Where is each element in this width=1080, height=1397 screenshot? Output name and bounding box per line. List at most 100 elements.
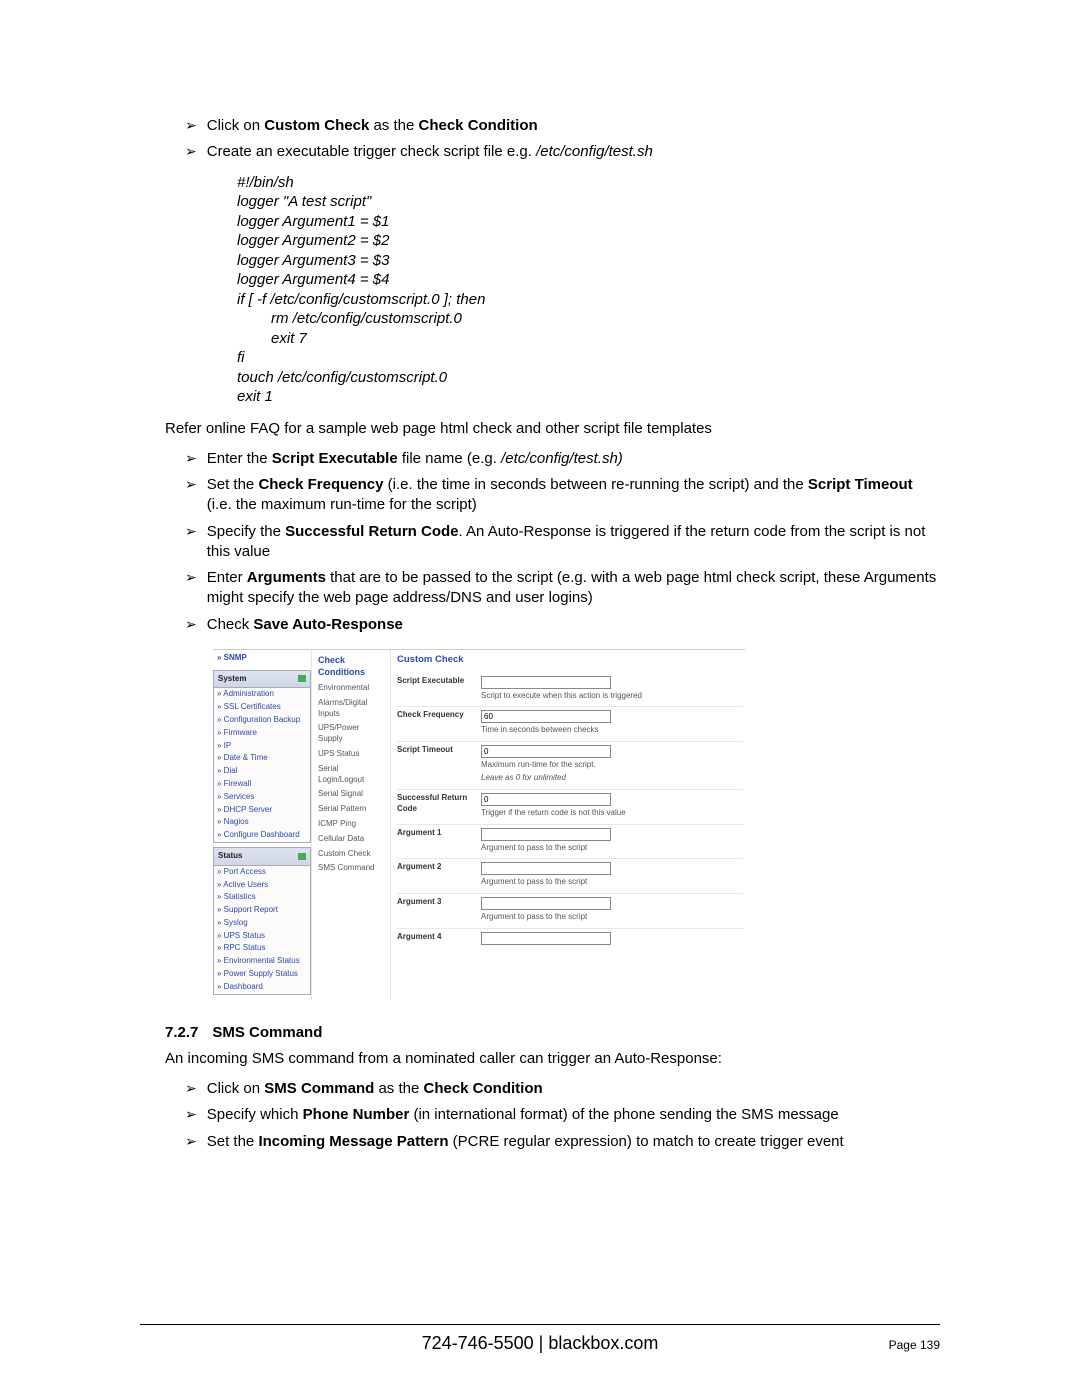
field: Maximum run-time for the script. Leave a… [481, 745, 743, 784]
sidebar-item[interactable]: » Firmware [214, 727, 310, 740]
sidebar-item[interactable]: » Administration [214, 688, 310, 701]
script-executable-input[interactable] [481, 676, 611, 689]
paragraph: An incoming SMS command from a nominated… [165, 1049, 940, 1069]
field: Argument to pass to the script [481, 862, 743, 888]
condition-link[interactable]: UPS/Power Supply [318, 722, 386, 748]
list-item: ➢ Click on Custom Check as the Check Con… [185, 116, 940, 136]
condition-link[interactable]: Serial Login/Logout [318, 763, 386, 789]
sidebar-item[interactable]: » Dial [214, 765, 310, 778]
form-row: Script Executable Script to execute when… [397, 673, 743, 708]
list-item: ➢ Specify the Successful Return Code. An… [185, 522, 940, 563]
sidebar-item[interactable]: » Port Access [214, 866, 310, 879]
arrow-icon: ➢ [185, 1079, 197, 1098]
t: Check Frequency [258, 476, 383, 493]
sidebar-item[interactable]: » UPS Status [214, 930, 310, 943]
condition-link[interactable]: Serial Pattern [318, 803, 386, 818]
field [481, 932, 743, 945]
hint: Maximum run-time for the script. [481, 760, 743, 771]
sidebar-item-snmp[interactable]: » SNMP [213, 650, 311, 670]
sidebar-item[interactable]: » SSL Certificates [214, 701, 310, 714]
sidebar-item[interactable]: » Configure Dashboard [214, 829, 310, 842]
section-number: 7.2.7 [165, 1024, 198, 1041]
sidebar-item[interactable]: » Syslog [214, 917, 310, 930]
section-heading: 7.2.7SMS Command [165, 1023, 940, 1043]
code-line: logger "A test script" [237, 192, 940, 212]
code-line: logger Argument1 = $1 [237, 212, 940, 232]
t: Specify which [207, 1106, 303, 1123]
t: Create an executable trigger check scrip… [207, 143, 536, 160]
argument-1-input[interactable] [481, 828, 611, 841]
field: Trigger if the return code is not this v… [481, 793, 743, 819]
t: (i.e. the maximum run-time for the scrip… [207, 496, 477, 513]
argument-4-input[interactable] [481, 932, 611, 945]
arrow-icon: ➢ [185, 116, 197, 135]
script-timeout-input[interactable] [481, 745, 611, 758]
collapse-icon[interactable] [298, 675, 306, 682]
t: Click on [207, 1080, 265, 1097]
document-page: ➢ Click on Custom Check as the Check Con… [0, 0, 1080, 1397]
sidebar-item[interactable]: » Active Users [214, 879, 310, 892]
condition-link[interactable]: Serial Signal [318, 788, 386, 803]
hint: Leave as 0 for unlimited [481, 773, 743, 784]
condition-link[interactable]: UPS Status [318, 748, 386, 763]
list-item: ➢ Specify which Phone Number (in interna… [185, 1105, 940, 1125]
sidebar-item[interactable]: » Date & Time [214, 752, 310, 765]
hint: Argument to pass to the script [481, 843, 743, 854]
sidebar-item[interactable]: » DHCP Server [214, 804, 310, 817]
sidebar-item[interactable]: » Statistics [214, 891, 310, 904]
sidebar-item[interactable]: » Power Supply Status [214, 968, 310, 981]
condition-link[interactable]: Custom Check [318, 848, 386, 863]
sidebar-panel-system: System » Administration » SSL Certificat… [213, 670, 311, 843]
sidebar-item[interactable]: » IP [214, 740, 310, 753]
return-code-input[interactable] [481, 793, 611, 806]
check-conditions-col: Check Conditions Environmental Alarms/Di… [311, 650, 390, 999]
collapse-icon[interactable] [298, 853, 306, 860]
sidebar-item[interactable]: » Dashboard [214, 981, 310, 994]
sidebar-item[interactable]: » Firewall [214, 778, 310, 791]
list-item: ➢ Set the Check Frequency (i.e. the time… [185, 475, 940, 516]
condition-link[interactable]: Cellular Data [318, 833, 386, 848]
sidebar-item[interactable]: » Environmental Status [214, 955, 310, 968]
label-arg2: Argument 2 [397, 862, 477, 873]
argument-2-input[interactable] [481, 862, 611, 875]
list-item: ➢ Create an executable trigger check scr… [185, 142, 940, 162]
t: (PCRE regular expression) to match to cr… [449, 1133, 844, 1150]
arrow-icon: ➢ [185, 568, 197, 587]
t: as the [369, 117, 418, 134]
sidebar-item[interactable]: » Nagios [214, 816, 310, 829]
custom-check-form: Custom Check Script Executable Script to… [390, 650, 745, 999]
code-line: exit 1 [237, 387, 940, 407]
code-line: if [ -f /etc/config/customscript.0 ]; th… [237, 290, 940, 310]
list-text: Click on SMS Command as the Check Condit… [207, 1079, 940, 1099]
list-text: Create an executable trigger check scrip… [207, 142, 940, 162]
t: Set the [207, 476, 259, 493]
sidebar-item[interactable]: » Support Report [214, 904, 310, 917]
arrow-icon: ➢ [185, 615, 197, 634]
list-text: Specify which Phone Number (in internati… [207, 1105, 940, 1125]
hint: Argument to pass to the script [481, 912, 743, 923]
t: as the [374, 1080, 423, 1097]
field: Argument to pass to the script [481, 897, 743, 923]
label-arg1: Argument 1 [397, 828, 477, 839]
bullet-list-mid: ➢ Enter the Script Executable file name … [165, 449, 940, 635]
condition-link[interactable]: ICMP Ping [318, 818, 386, 833]
sidebar-header-system[interactable]: System [214, 671, 310, 689]
sidebar-header-status[interactable]: Status [214, 848, 310, 866]
condition-link[interactable]: SMS Command [318, 862, 386, 877]
list-text: Check Save Auto-Response [207, 615, 940, 635]
sidebar: » SNMP System » Administration » SSL Cer… [213, 650, 311, 999]
list-item: ➢ Enter the Script Executable file name … [185, 449, 940, 469]
argument-3-input[interactable] [481, 897, 611, 910]
t: Specify the [207, 523, 285, 540]
script-block: #!/bin/sh logger "A test script" logger … [237, 173, 940, 407]
list-item: ➢ Click on SMS Command as the Check Cond… [185, 1079, 940, 1099]
list-item: ➢ Check Save Auto-Response [185, 615, 940, 635]
sidebar-item[interactable]: » RPC Status [214, 942, 310, 955]
condition-link[interactable]: Alarms/Digital Inputs [318, 697, 386, 723]
t: Custom Check [264, 117, 369, 134]
check-frequency-input[interactable] [481, 710, 611, 723]
sidebar-item[interactable]: » Configuration Backup [214, 714, 310, 727]
sidebar-title: Status [218, 851, 242, 862]
sidebar-item[interactable]: » Services [214, 791, 310, 804]
condition-link[interactable]: Environmental [318, 682, 386, 697]
